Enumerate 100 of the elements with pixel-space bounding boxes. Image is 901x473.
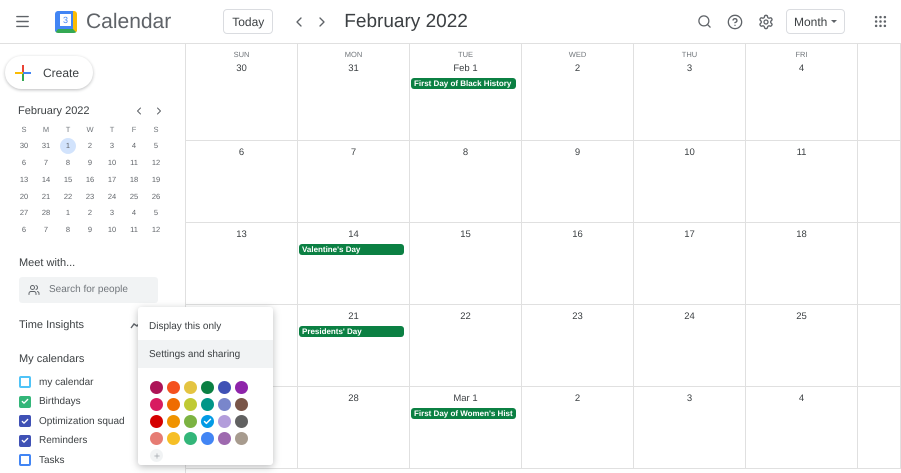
settings-icon[interactable] xyxy=(758,14,774,30)
event-chip[interactable]: First Day of Women's Hist xyxy=(411,408,516,419)
color-swatch[interactable] xyxy=(184,432,197,445)
color-swatch[interactable] xyxy=(201,415,214,428)
date-number[interactable]: 14 xyxy=(348,229,359,240)
date-number[interactable]: 15 xyxy=(460,229,471,240)
date-number[interactable]: 23 xyxy=(572,311,583,322)
day-cell[interactable]: 9 xyxy=(522,141,634,223)
event-chip[interactable]: Valentine's Day xyxy=(299,244,404,255)
day-cell[interactable]: 15 xyxy=(410,223,522,305)
date-number[interactable]: 30 xyxy=(236,63,247,74)
date-number[interactable]: 4 xyxy=(798,63,804,74)
day-cell[interactable]: 4 xyxy=(746,387,858,469)
help-icon[interactable] xyxy=(727,14,743,30)
day-cell[interactable] xyxy=(858,387,901,469)
color-swatch[interactable] xyxy=(150,432,163,445)
day-cell[interactable]: 11 xyxy=(746,141,858,223)
day-cell[interactable]: 6 xyxy=(186,141,298,223)
color-swatch[interactable] xyxy=(218,415,231,428)
day-cell[interactable]: 22 xyxy=(410,305,522,387)
date-number[interactable]: 24 xyxy=(684,311,695,322)
day-cell[interactable]: 16 xyxy=(522,223,634,305)
day-cell[interactable]: 25 xyxy=(746,305,858,387)
color-swatch[interactable] xyxy=(184,415,197,428)
color-swatch[interactable] xyxy=(201,381,214,394)
day-cell[interactable]: 14 Valentine's Day xyxy=(298,223,410,305)
color-swatch[interactable] xyxy=(235,432,248,445)
color-swatch[interactable] xyxy=(167,398,180,411)
day-cell[interactable] xyxy=(858,223,901,305)
color-swatch[interactable] xyxy=(235,415,248,428)
day-cell[interactable]: 7 xyxy=(298,141,410,223)
event-chip[interactable]: First Day of Black History xyxy=(411,78,516,89)
date-number[interactable]: 6 xyxy=(238,147,244,158)
calendar-checkbox[interactable] xyxy=(19,396,31,408)
day-cell[interactable]: 24 xyxy=(634,305,746,387)
date-number[interactable]: 11 xyxy=(796,147,806,158)
day-cell[interactable] xyxy=(858,44,901,141)
date-number[interactable]: 9 xyxy=(574,147,580,158)
apps-grid-icon[interactable] xyxy=(873,14,888,29)
date-number[interactable]: 3 xyxy=(686,393,692,404)
color-swatch[interactable] xyxy=(150,381,163,394)
color-swatch[interactable] xyxy=(218,381,231,394)
color-swatch[interactable] xyxy=(218,398,231,411)
color-swatch[interactable] xyxy=(150,398,163,411)
add-color-button[interactable] xyxy=(150,449,163,462)
menu-item[interactable]: Settings and sharing xyxy=(138,340,273,368)
day-cell[interactable]: 2 xyxy=(522,387,634,469)
view-dropdown[interactable]: Month xyxy=(786,9,845,34)
date-number[interactable]: 22 xyxy=(460,311,471,322)
day-cell[interactable]: 21 Presidents' Day xyxy=(298,305,410,387)
calendar-checkbox[interactable] xyxy=(19,454,31,466)
day-cell[interactable]: 8 xyxy=(410,141,522,223)
date-number[interactable]: 25 xyxy=(796,311,807,322)
color-swatch[interactable] xyxy=(201,398,214,411)
day-cell[interactable] xyxy=(858,305,901,387)
date-number[interactable]: 2 xyxy=(574,393,580,404)
date-number[interactable]: Feb 1 xyxy=(453,63,478,74)
day-cell[interactable]: 17 xyxy=(634,223,746,305)
date-number[interactable]: 10 xyxy=(684,147,695,158)
color-swatch[interactable] xyxy=(201,432,214,445)
date-number[interactable]: 3 xyxy=(686,63,692,74)
color-swatch[interactable] xyxy=(167,381,180,394)
event-chip[interactable]: Presidents' Day xyxy=(299,326,404,337)
day-cell[interactable]: 3 xyxy=(634,387,746,469)
color-swatch[interactable] xyxy=(167,415,180,428)
day-cell[interactable]: 10 xyxy=(634,141,746,223)
color-swatch[interactable] xyxy=(235,381,248,394)
day-cell[interactable]: 28 xyxy=(298,387,410,469)
day-cell[interactable]: 18 xyxy=(746,223,858,305)
create-button[interactable]: Create xyxy=(5,56,93,89)
day-cell[interactable]: Mar 1 First Day of Women's Hist xyxy=(410,387,522,469)
date-number[interactable]: 13 xyxy=(236,229,247,240)
people-search-field[interactable]: Search for people xyxy=(19,276,158,303)
color-swatch[interactable] xyxy=(184,381,197,394)
date-number[interactable]: 7 xyxy=(350,147,356,158)
calendar-checkbox[interactable] xyxy=(19,415,31,428)
date-number[interactable]: Mar 1 xyxy=(453,393,478,404)
date-number[interactable]: 2 xyxy=(574,63,580,74)
today-button[interactable]: Today xyxy=(223,9,274,34)
date-number[interactable]: 17 xyxy=(684,229,695,240)
date-number[interactable]: 8 xyxy=(462,147,468,158)
search-icon[interactable] xyxy=(697,14,712,29)
date-number[interactable]: 21 xyxy=(348,311,359,322)
day-cell[interactable]: 23 xyxy=(522,305,634,387)
time-insights-label[interactable]: Time Insights xyxy=(19,318,84,331)
date-number[interactable]: 28 xyxy=(348,393,359,404)
date-number[interactable]: 18 xyxy=(796,229,807,240)
color-swatch[interactable] xyxy=(218,432,231,445)
day-cell[interactable] xyxy=(858,141,901,223)
day-cell[interactable]: 13 xyxy=(186,223,298,305)
menu-icon[interactable] xyxy=(14,13,31,30)
menu-item[interactable]: Display this only xyxy=(138,312,273,340)
calendar-checkbox[interactable] xyxy=(19,434,31,447)
color-swatch[interactable] xyxy=(150,415,163,428)
calendar-checkbox[interactable] xyxy=(19,376,31,388)
date-number[interactable]: 31 xyxy=(348,63,359,74)
date-number[interactable]: 4 xyxy=(798,393,804,404)
date-number[interactable]: 16 xyxy=(572,229,583,240)
color-swatch[interactable] xyxy=(184,398,197,411)
color-swatch[interactable] xyxy=(167,432,180,445)
